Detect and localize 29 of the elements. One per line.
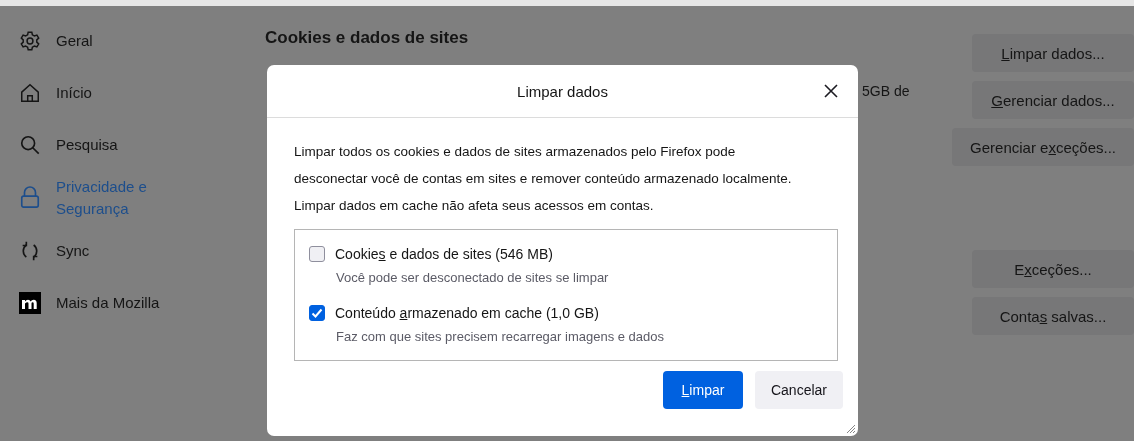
sidebar-item[interactable]: Geral: [18, 20, 250, 62]
cancel-button[interactable]: Cancelar: [754, 371, 843, 409]
home-icon: [19, 82, 41, 104]
side-button[interactable]: Limpar dados...: [972, 34, 1134, 72]
checkbox-label[interactable]: Conteúdo armazenado em cache (1,0 GB): [335, 305, 599, 321]
sidebar-item[interactable]: Mais da Mozilla: [18, 282, 250, 324]
sidebar-item[interactable]: Pesquisa: [18, 124, 250, 166]
close-icon[interactable]: [824, 84, 838, 98]
option-hint: Você pode ser desconectado de sites se limpar: [336, 270, 610, 285]
clear-button[interactable]: Limpar: [662, 371, 743, 409]
dialog-description: Limpar todos os cookies e dados de sites armazenados pelo Firefox pode desconectar você de contas em sites e remover conteúdo armazenado localmente. Limpar dados em cache não afeta seus acessos em contas.: [294, 143, 793, 215]
dialog-title: Limpar dados: [517, 82, 608, 100]
search-icon: [19, 134, 41, 156]
checkbox[interactable]: [309, 246, 325, 262]
section-heading: Cookies e dados de sites: [265, 28, 470, 48]
gear-icon: [19, 30, 41, 52]
sidebar-item[interactable]: Início: [18, 72, 250, 114]
mozilla-logo-icon: [19, 292, 41, 314]
checkbox-label[interactable]: Cookies e dados de sites (546 MB): [335, 246, 553, 262]
storage-text: 5GB de: [862, 83, 910, 99]
checkbox[interactable]: [309, 305, 325, 321]
lock-icon: [19, 186, 41, 210]
option-hint: Faz com que sites precisem recarregar imagens e dados: [336, 329, 666, 344]
side-button[interactable]: Contas salvas...: [972, 297, 1134, 335]
side-button[interactable]: Gerenciar dados...: [972, 81, 1134, 119]
sidebar-item[interactable]: Sync: [18, 230, 250, 272]
resize-grip-icon[interactable]: [844, 422, 856, 434]
side-button[interactable]: Gerenciar exceções...: [952, 128, 1134, 166]
side-button[interactable]: Exceções...: [972, 250, 1134, 288]
